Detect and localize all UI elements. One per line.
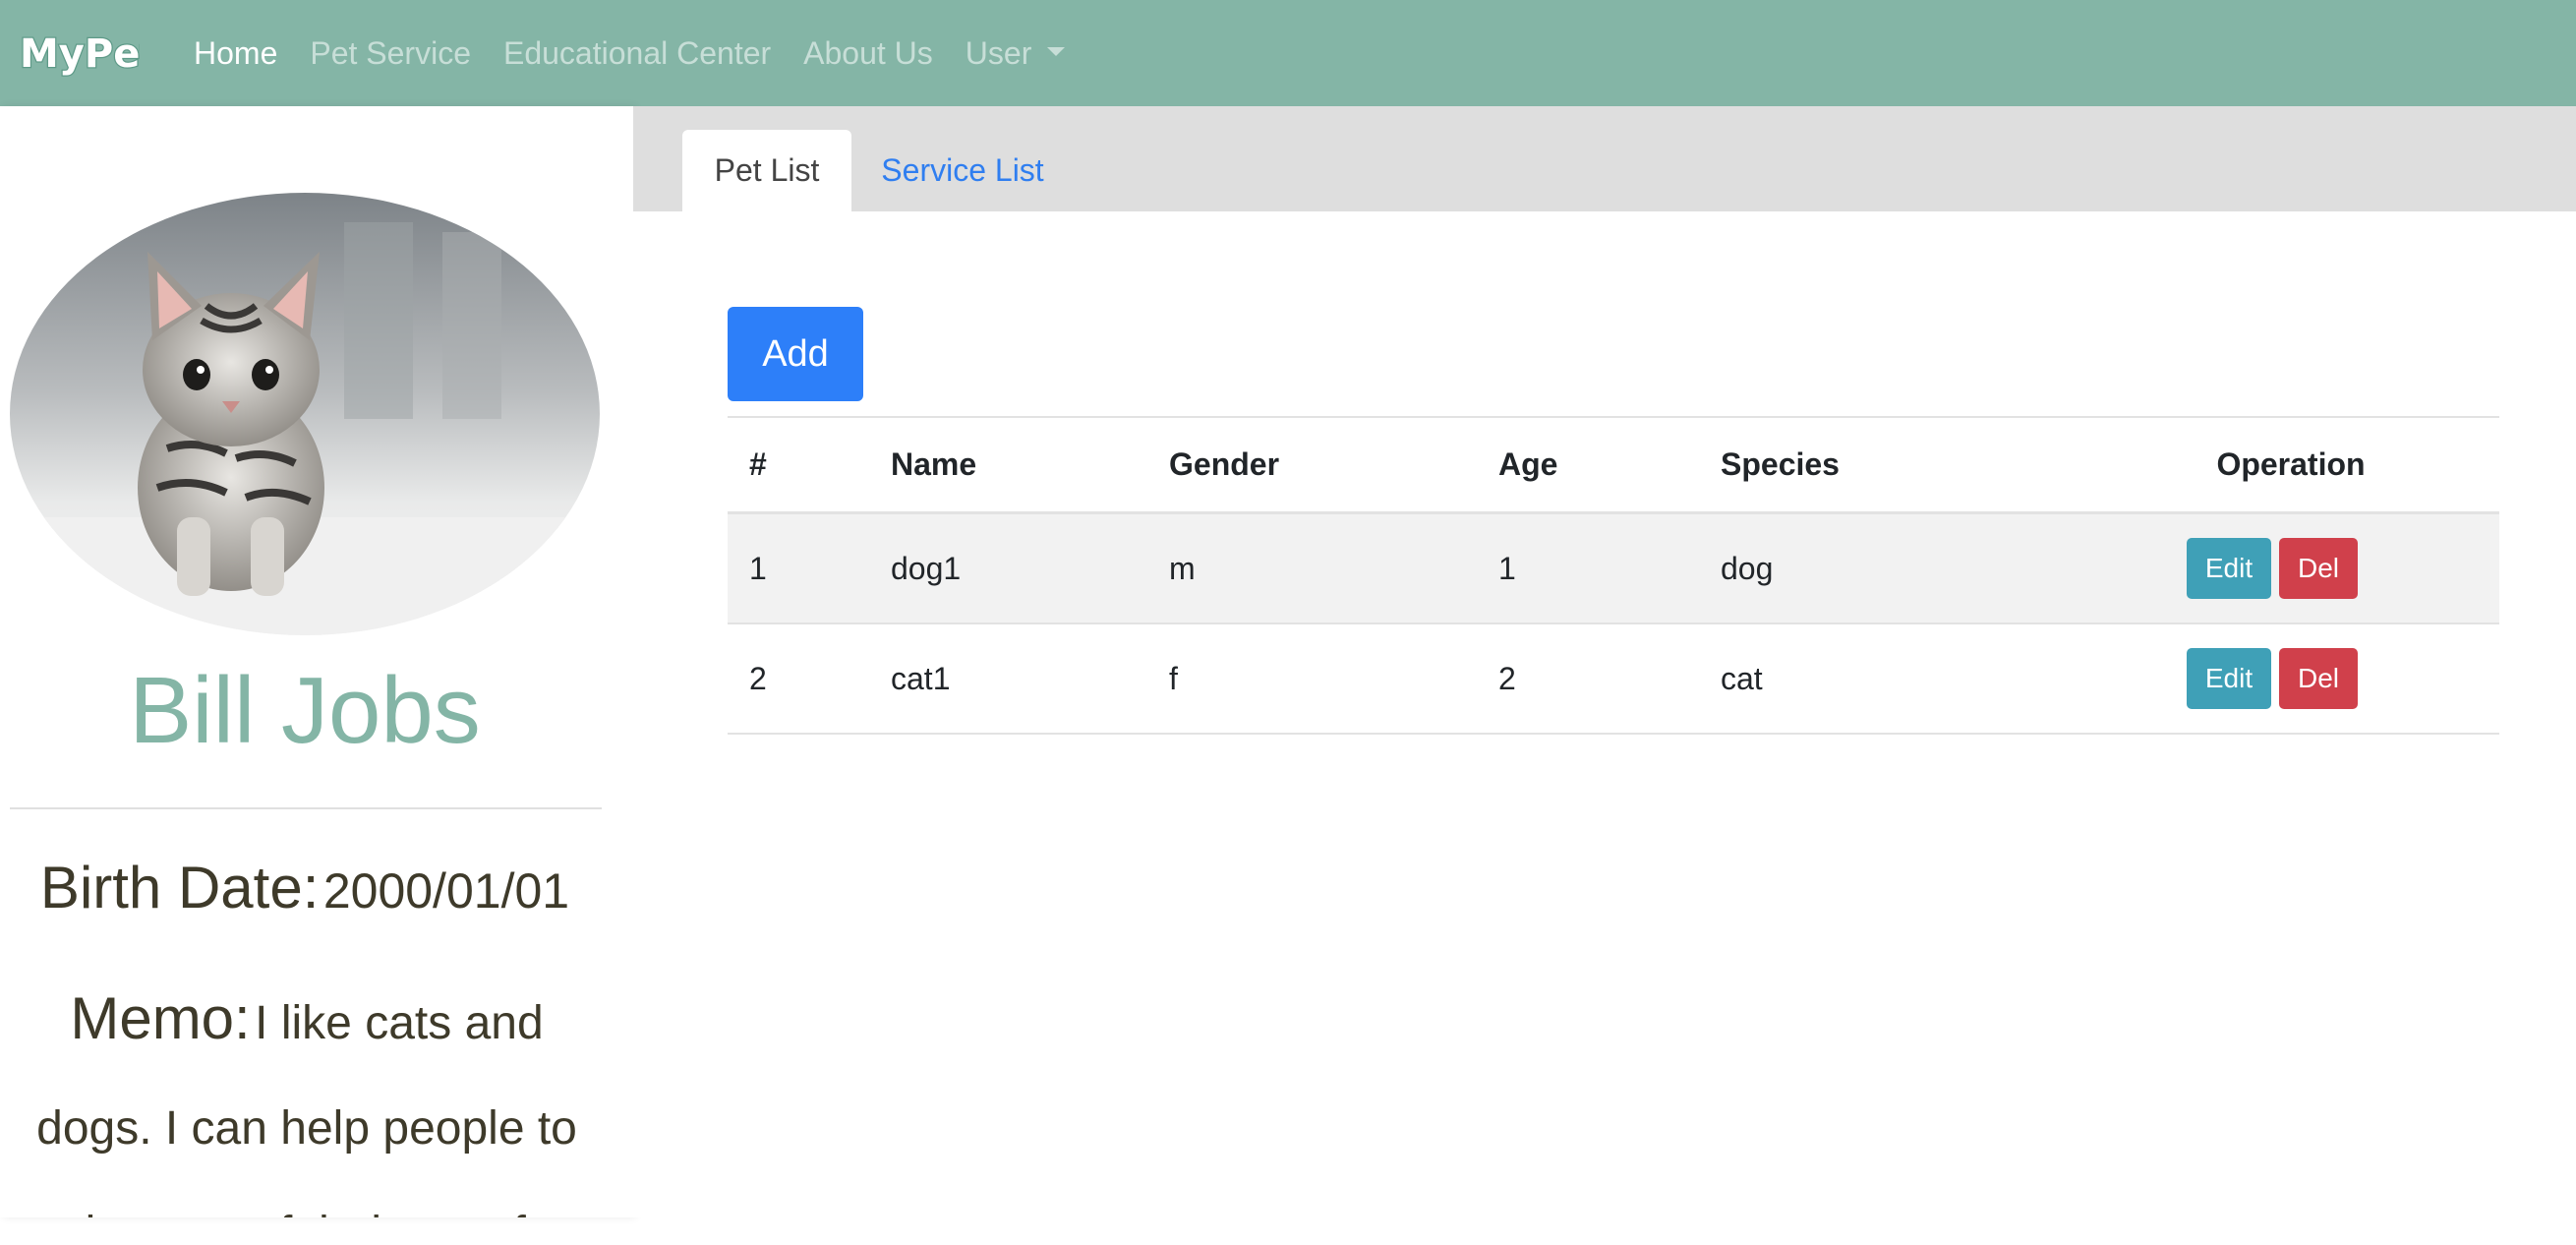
edit-button[interactable]: Edit (2187, 538, 2271, 599)
cell-index: 1 (749, 550, 767, 586)
cell-index: 2 (749, 660, 767, 696)
main-content: Pet List Service List Add # Name Gender … (633, 106, 2576, 1217)
cell-species: dog (1721, 550, 1774, 586)
header-species: Species (1721, 446, 1840, 482)
header-index: # (749, 446, 767, 482)
birth-date: Birth Date: 2000/01/01 (0, 854, 610, 921)
pet-table: # Name Gender Age Species Operation 1 do… (728, 416, 2499, 735)
profile-divider (10, 807, 602, 809)
cell-operation: Edit Del (2187, 514, 2358, 622)
edit-button[interactable]: Edit (2187, 648, 2271, 709)
cell-species: cat (1721, 660, 1763, 696)
avatar (10, 193, 600, 635)
header-operation: Operation (2216, 446, 2366, 482)
nav-educational-center[interactable]: Educational Center (503, 35, 771, 72)
cell-operation: Edit Del (2187, 624, 2358, 733)
header-gender: Gender (1169, 446, 1280, 482)
nav-pet-service[interactable]: Pet Service (310, 35, 471, 72)
table-header: # Name Gender Age Species Operation (728, 418, 2499, 514)
cell-name: cat1 (891, 660, 951, 696)
nav-home[interactable]: Home (194, 35, 277, 72)
memo: Memo: I like cats and dogs. I can help p… (14, 972, 600, 1217)
tab-service-list[interactable]: Service List (871, 130, 1054, 211)
nav-links: Home Pet Service Educational Center Abou… (194, 0, 1097, 106)
svg-text:MyPet: MyPet (20, 31, 140, 77)
table-row: 1 dog1 m 1 dog Edit Del (728, 514, 2499, 624)
top-navbar: MyPet Home Pet Service Educational Cente… (0, 0, 2576, 106)
profile-sidebar: Bill Jobs Birth Date: 2000/01/01 Memo: I… (0, 106, 633, 1217)
memo-label: Memo: (70, 985, 251, 1051)
cell-name: dog1 (891, 550, 962, 586)
cell-age: 1 (1498, 550, 1516, 586)
nav-user-dropdown[interactable]: User (966, 35, 1066, 72)
birth-date-label: Birth Date: (39, 855, 320, 920)
delete-button[interactable]: Del (2279, 648, 2358, 709)
user-name: Bill Jobs (129, 658, 481, 763)
birth-date-value: 2000/01/01 (322, 863, 570, 919)
add-button[interactable]: Add (728, 307, 863, 401)
nav-user-label: User (965, 34, 1032, 71)
brand-logo[interactable]: MyPet (18, 22, 160, 81)
cell-gender: f (1169, 660, 1178, 696)
nav-about-us[interactable]: About Us (803, 35, 933, 72)
tab-bar: Pet List Service List (633, 106, 2576, 211)
tab-pet-list[interactable]: Pet List (682, 130, 851, 211)
caret-down-icon (1047, 46, 1066, 56)
table-row: 2 cat1 f 2 cat Edit Del (728, 624, 2499, 735)
header-name: Name (891, 446, 977, 482)
cell-age: 2 (1498, 660, 1516, 696)
header-age: Age (1498, 446, 1558, 482)
cell-gender: m (1169, 550, 1196, 586)
delete-button[interactable]: Del (2279, 538, 2358, 599)
